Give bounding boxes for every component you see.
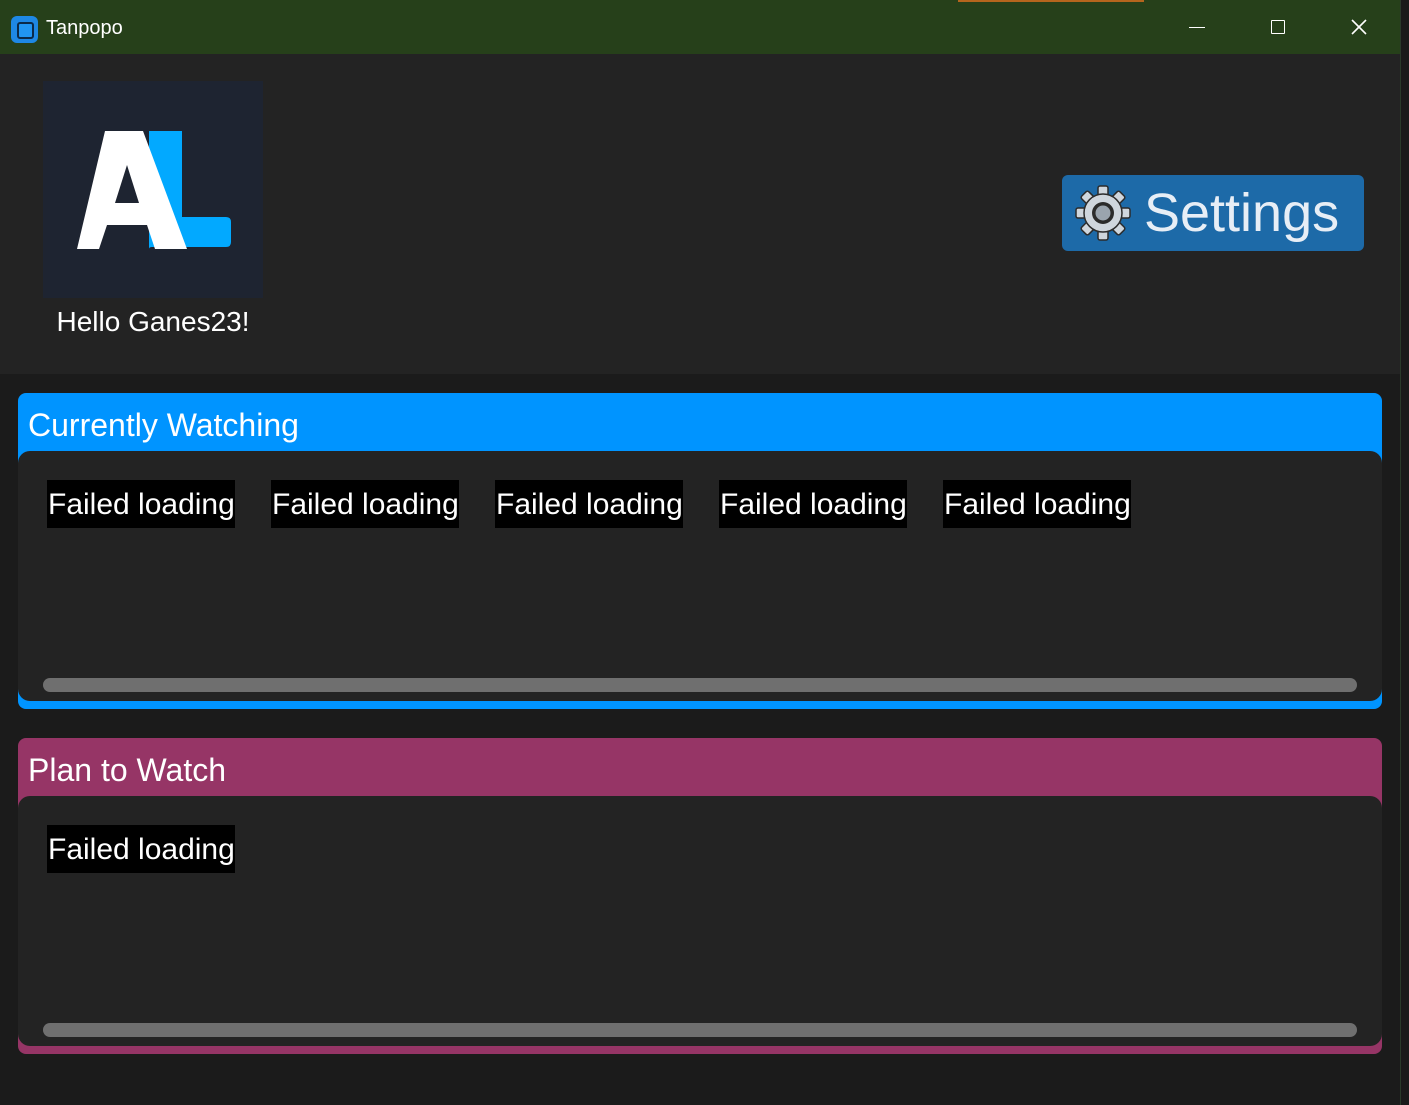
app-window: Tanpopo Hello Ganes23! Settings Currentl…	[0, 0, 1401, 1105]
section-body: Failed loading Failed loading Failed loa…	[18, 451, 1382, 701]
horizontal-scrollbar[interactable]	[43, 678, 1357, 692]
minimize-icon	[1189, 26, 1205, 28]
horizontal-scrollbar[interactable]	[43, 1023, 1357, 1037]
media-list: Failed loading	[47, 825, 235, 873]
maximize-button[interactable]	[1238, 0, 1318, 54]
media-card[interactable]: Failed loading	[271, 480, 459, 528]
currently-watching-section: Currently Watching Failed loading Failed…	[18, 393, 1382, 709]
gear-icon	[1075, 185, 1131, 241]
media-card[interactable]: Failed loading	[719, 480, 907, 528]
section-body: Failed loading	[18, 796, 1382, 1046]
media-card[interactable]: Failed loading	[943, 480, 1131, 528]
media-card[interactable]: Failed loading	[47, 825, 235, 873]
greeting-text: Hello Ganes23!	[56, 306, 250, 337]
section-title: Plan to Watch	[28, 752, 227, 788]
title-bar[interactable]: Tanpopo	[0, 0, 1400, 54]
settings-label: Settings	[1144, 183, 1340, 243]
maximize-icon	[1271, 20, 1285, 34]
anilist-logo	[43, 81, 263, 298]
media-card[interactable]: Failed loading	[47, 480, 235, 528]
profile-header: Hello Ganes23! Settings	[0, 54, 1400, 374]
section-title: Currently Watching	[28, 407, 299, 443]
lists-area: Currently Watching Failed loading Failed…	[0, 374, 1400, 1105]
plan-to-watch-section: Plan to Watch Failed loading	[18, 738, 1382, 1054]
media-card[interactable]: Failed loading	[495, 480, 683, 528]
close-icon	[1351, 19, 1367, 35]
taskbar-accent	[958, 0, 1144, 2]
close-button[interactable]	[1319, 0, 1399, 54]
window-edge	[1401, 0, 1409, 1105]
window-title: Tanpopo	[46, 17, 123, 39]
minimize-button[interactable]	[1157, 0, 1237, 54]
media-list: Failed loading Failed loading Failed loa…	[47, 480, 1131, 528]
settings-button[interactable]: Settings	[1062, 175, 1364, 251]
app-icon	[11, 16, 38, 43]
